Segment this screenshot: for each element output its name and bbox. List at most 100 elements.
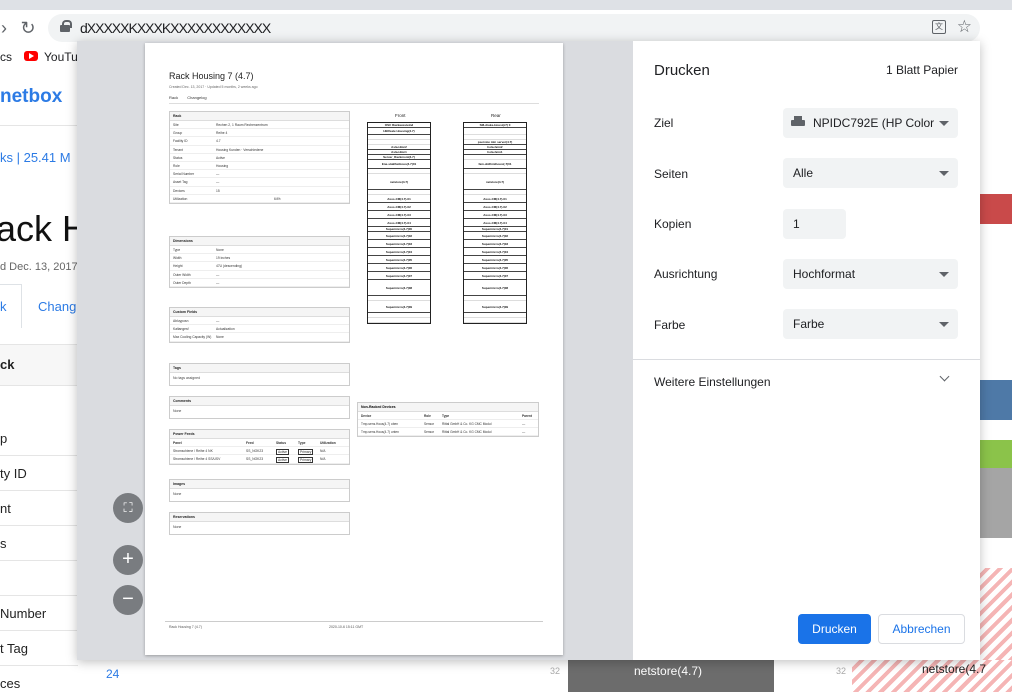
chevron-down-icon[interactable]	[939, 371, 950, 382]
preview-tab: Rack	[169, 95, 179, 100]
table-row: Height 47U (descending)	[170, 262, 349, 271]
table-cell: Panel	[173, 441, 182, 445]
print-button[interactable]: Drucken	[798, 614, 871, 644]
color-value[interactable]: Farbe	[793, 317, 824, 331]
right-rack-strip	[978, 68, 1012, 692]
table-row: Asset Tag —	[170, 178, 349, 187]
rear-elevation: SM-druke-Housi(c7) 0 pservice mtn server(…	[463, 122, 527, 324]
printer-icon	[791, 116, 805, 128]
fit-to-page-icon[interactable]: ⛶	[113, 493, 143, 523]
zoom-in-button[interactable]: +	[113, 545, 143, 575]
destination-select[interactable]: NPIDC792E (HP Color	[783, 108, 958, 138]
row-label: t Tag	[0, 641, 28, 656]
table-cell: Active	[276, 457, 289, 464]
preview-title: Rack Housing 7 (4.7)	[169, 71, 254, 81]
row-value: 19 inches	[216, 256, 231, 261]
rack-device: Supermicro(4.7)08	[464, 280, 526, 296]
rack-device-reserved[interactable]: netstore(4.7	[852, 660, 1012, 692]
orientation-select[interactable]: Hochformat	[783, 259, 958, 289]
panel-rows: Abluyposn — Kaltangesf Actualization Max Coo…	[170, 317, 349, 342]
table-cell: Stromschiene / Reihe 4 SS/USV	[173, 457, 221, 462]
tab-changelog[interactable]: Chang	[38, 299, 76, 314]
orientation-value[interactable]: Hochformat	[793, 267, 855, 281]
rack-device: Axos-CM(4.7)-01	[368, 195, 430, 203]
table-cell: Type	[298, 441, 306, 445]
table-row: Stromschiene / Reihe 4 NK SS_NOK23 Active P…	[170, 447, 349, 456]
row-value: —	[216, 172, 220, 177]
row-key: Abluyposn	[173, 319, 189, 323]
device-label[interactable]: netstore(4.7)	[634, 664, 702, 678]
device-label[interactable]: netstore(4.7	[922, 662, 986, 676]
bookmark-star-icon[interactable]: ☆	[957, 17, 972, 37]
pages-label: Seiten	[654, 167, 689, 181]
tab-rack[interactable]: k	[0, 299, 7, 314]
rack-device: Supermicro(4.7)07	[368, 272, 430, 280]
footer-divider	[165, 621, 543, 622]
preview-reservations-panel: Reservations None	[169, 512, 350, 535]
rack-unit-grey	[978, 468, 1012, 538]
breadcrumb[interactable]: ks | 25.41 M	[0, 150, 71, 165]
preview-comments-panel: Comments None	[169, 396, 350, 419]
row-key: Facility ID	[173, 139, 188, 144]
rack-device: netstore(4.7)	[464, 174, 526, 190]
table-row: Abluyposn —	[170, 317, 349, 326]
preview-custom-fields-panel: Custom Fields Abluyposn — Kaltangesf Actual…	[169, 307, 350, 343]
rack-device: Supermicro(4.7)02	[464, 232, 526, 240]
more-settings-toggle[interactable]: Weitere Einstellungen	[654, 375, 771, 389]
cancel-button[interactable]: Abbrechen	[878, 614, 965, 644]
youtube-icon[interactable]	[24, 51, 38, 61]
row-label: ty ID	[0, 466, 27, 481]
row-label: p	[0, 431, 8, 446]
table-row: Utilization 64%	[170, 195, 349, 203]
chevron-down-icon[interactable]	[939, 121, 949, 126]
panel-heading: Rack	[170, 112, 349, 121]
bookmark-item[interactable]: cs	[0, 50, 12, 64]
forward-icon[interactable]: ›	[0, 18, 14, 38]
destination-value[interactable]: NPIDC792E (HP Color	[813, 116, 934, 130]
url-text[interactable]: dXXXXXKXXXKXXXXXXXXXXXX	[80, 20, 271, 36]
table-row: Tmp-sens.Hous(4.7) oben Sensor Rittal GmbH…	[358, 420, 538, 428]
row-key: Outer Depth	[173, 280, 191, 285]
rack-unit-reserved	[978, 568, 1012, 660]
table-row: Stromschiene / Reihe 4 SS/USV SS_NOK23 Act…	[170, 455, 349, 464]
color-select[interactable]: Farbe	[783, 309, 958, 339]
table-row: Kaltangesf Actualization	[170, 325, 349, 334]
rack-device: Supermicro(4.7)03	[464, 240, 526, 248]
row-value: —	[216, 180, 220, 185]
row-value: Actualization	[216, 327, 235, 332]
row-label: ces	[0, 676, 21, 691]
chevron-down-icon[interactable]	[939, 322, 949, 327]
lock-icon[interactable]	[60, 20, 72, 32]
panel-rows: Device Role Type Parent Tmp-sens.Hous(4.7) o…	[358, 412, 538, 436]
copies-label: Kopien	[654, 217, 692, 231]
panel-body: None	[173, 525, 182, 529]
rack-device: Supermicro(4.7)06	[464, 264, 526, 272]
chevron-down-icon[interactable]	[939, 272, 949, 277]
row-value: Rechen 2, 1 Raum Rechenzentrum	[216, 123, 268, 127]
netbox-logo[interactable]: netbox	[0, 86, 62, 108]
row-key: Asset Tag	[173, 180, 188, 185]
table-cell: Rittal GmbH & Co. KG CMC Modul	[442, 422, 492, 426]
copies-value[interactable]: 1	[793, 217, 800, 231]
row-value: Housing	[216, 163, 229, 168]
print-preview: Rack Housing 7 (4.7) Created Dec. 13, 20…	[77, 41, 633, 660]
rack-device: Supermicro(4.7)07	[464, 272, 526, 280]
translate-icon[interactable]: 文	[932, 20, 946, 34]
row-value: 47U (descending)	[216, 264, 243, 269]
panel-body: No tags assigned	[173, 376, 201, 380]
devices-count-link[interactable]: 24	[106, 667, 119, 681]
row-label: Number	[0, 606, 47, 621]
panel-body: None	[173, 492, 182, 496]
panel-heading: Custom Fields	[170, 308, 349, 317]
reload-icon[interactable]: ↻	[18, 18, 38, 38]
zoom-out-button[interactable]: −	[113, 585, 143, 615]
rack-device-block[interactable]: netstore(4.7)	[568, 660, 774, 692]
front-elevation: OSC Rackaussteind HERsate Housing(4.7) Asl…	[367, 122, 431, 324]
chevron-down-icon[interactable]	[939, 171, 949, 176]
pages-value[interactable]: Alle	[793, 166, 813, 180]
row-key: Kaltangesf	[173, 327, 189, 332]
address-bar[interactable]: dXXXXXKXXXKXXXXXXXXXXXX 文 ☆	[48, 14, 980, 42]
copies-input[interactable]: 1	[783, 209, 846, 239]
panel-title: ck	[0, 357, 15, 372]
pages-select[interactable]: Alle	[783, 158, 958, 188]
